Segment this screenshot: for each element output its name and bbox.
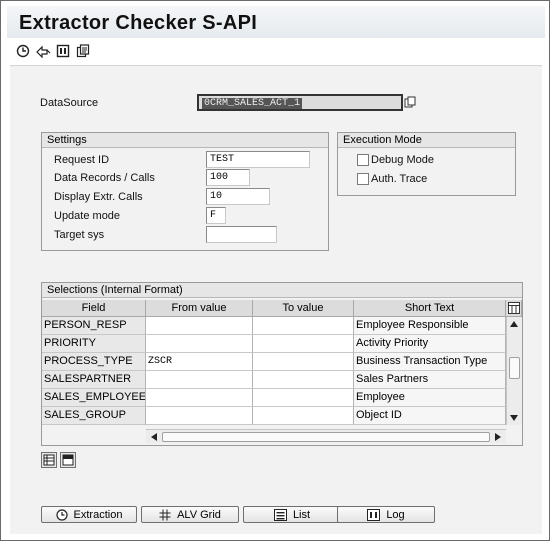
- main-content: DataSource 0CRM_SALES_ACT_1 Settings Req…: [10, 65, 542, 534]
- short-text-cell: Sales Partners: [354, 371, 506, 389]
- to-value-input[interactable]: [253, 317, 354, 335]
- debug-mode-checkbox[interactable]: [357, 154, 369, 166]
- scroll-left-arrow-icon[interactable]: [151, 433, 157, 441]
- scroll-right-arrow-icon[interactable]: [495, 433, 501, 441]
- table-icon[interactable]: [55, 43, 71, 59]
- to-value-input[interactable]: [253, 353, 354, 371]
- datasource-value: 0CRM_SALES_ACT_1: [202, 98, 303, 109]
- list-button[interactable]: List: [243, 506, 341, 523]
- to-value-input[interactable]: [253, 407, 354, 425]
- deselect-all-icon[interactable]: [60, 452, 76, 468]
- selections-title: Selections (Internal Format): [42, 283, 522, 298]
- datasource-label: DataSource: [40, 97, 99, 109]
- short-text-cell: Object ID: [354, 407, 506, 425]
- short-text-cell: Employee Responsible: [354, 317, 506, 335]
- table-row-field: SALESPARTNER: [42, 371, 146, 389]
- grid-icon: [159, 509, 171, 520]
- app-window: Extractor Checker S-API DataSource 0CRM_…: [0, 0, 550, 541]
- from-value-input[interactable]: [146, 371, 253, 389]
- update-mode-input[interactable]: F: [206, 207, 226, 224]
- alv-grid-button[interactable]: ALV Grid: [141, 506, 239, 523]
- datasource-field[interactable]: 0CRM_SALES_ACT_1: [197, 94, 403, 111]
- window-title: Extractor Checker S-API: [19, 12, 258, 34]
- auth-trace-label: Auth. Trace: [371, 173, 428, 185]
- scroll-down-arrow-icon[interactable]: [510, 415, 518, 421]
- target-sys-input[interactable]: [206, 226, 277, 243]
- from-value-input[interactable]: [146, 389, 253, 407]
- auth-trace-checkbox[interactable]: [357, 173, 369, 185]
- short-text-cell: Activity Priority: [354, 335, 506, 353]
- selections-table: Selections (Internal Format) Field From …: [41, 282, 523, 446]
- extraction-label: Extraction: [73, 508, 123, 521]
- column-header-short-text[interactable]: Short Text: [354, 300, 506, 317]
- column-header-field[interactable]: Field: [42, 300, 146, 317]
- return-icon[interactable]: [35, 43, 51, 59]
- to-value-input[interactable]: [253, 371, 354, 389]
- update-mode-label: Update mode: [54, 210, 121, 222]
- from-value-input[interactable]: [146, 317, 253, 335]
- column-header-from-value[interactable]: From value: [146, 300, 253, 317]
- copy-icon[interactable]: [75, 43, 91, 59]
- data-records-input[interactable]: 100: [206, 169, 250, 186]
- column-settings-icon[interactable]: [506, 300, 522, 317]
- horizontal-scroll-thumb[interactable]: [162, 432, 490, 442]
- extraction-button[interactable]: Extraction: [41, 506, 137, 523]
- value-help-icon[interactable]: [404, 96, 416, 109]
- alv-grid-label: ALV Grid: [177, 508, 221, 521]
- execute-clock-icon[interactable]: [15, 43, 31, 59]
- from-value-input[interactable]: [146, 335, 253, 353]
- table-row-field: PERSON_RESP: [42, 317, 146, 335]
- application-toolbar: [15, 43, 91, 61]
- vertical-scrollbar[interactable]: [506, 317, 522, 425]
- table-row-field: SALES_GROUP: [42, 407, 146, 425]
- request-id-input[interactable]: TEST: [206, 151, 310, 168]
- log-label: Log: [386, 508, 405, 521]
- short-text-cell: Business Transaction Type: [354, 353, 506, 371]
- list-icon: [273, 508, 287, 521]
- column-header-to-value[interactable]: To value: [253, 300, 354, 317]
- to-value-input[interactable]: [253, 389, 354, 407]
- settings-title: Settings: [42, 133, 328, 148]
- table-row-field: SALES_EMPLOYEE: [42, 389, 146, 407]
- request-id-label: Request ID: [54, 154, 110, 166]
- clock-icon: [55, 508, 68, 521]
- horizontal-scrollbar[interactable]: [146, 429, 506, 443]
- target-sys-label: Target sys: [54, 229, 105, 241]
- data-records-label: Data Records / Calls: [54, 172, 155, 184]
- select-all-icon[interactable]: [41, 452, 57, 468]
- short-text-cell: Employee: [354, 389, 506, 407]
- table-row-field: PROCESS_TYPE: [42, 353, 146, 371]
- scroll-up-arrow-icon[interactable]: [510, 321, 518, 327]
- list-label: List: [292, 508, 311, 521]
- display-calls-label: Display Extr. Calls: [54, 191, 143, 203]
- from-value-input[interactable]: [146, 407, 253, 425]
- vertical-scroll-thumb[interactable]: [509, 357, 520, 379]
- from-value-input[interactable]: ZSCR: [146, 353, 253, 371]
- to-value-input[interactable]: [253, 335, 354, 353]
- table-row-field: PRIORITY: [42, 335, 146, 353]
- title-bar: Extractor Checker S-API: [7, 6, 545, 38]
- display-calls-input[interactable]: 10: [206, 188, 270, 205]
- log-icon: [367, 508, 381, 521]
- debug-mode-label: Debug Mode: [371, 154, 434, 166]
- execution-mode-title: Execution Mode: [338, 133, 515, 148]
- log-button[interactable]: Log: [337, 506, 435, 523]
